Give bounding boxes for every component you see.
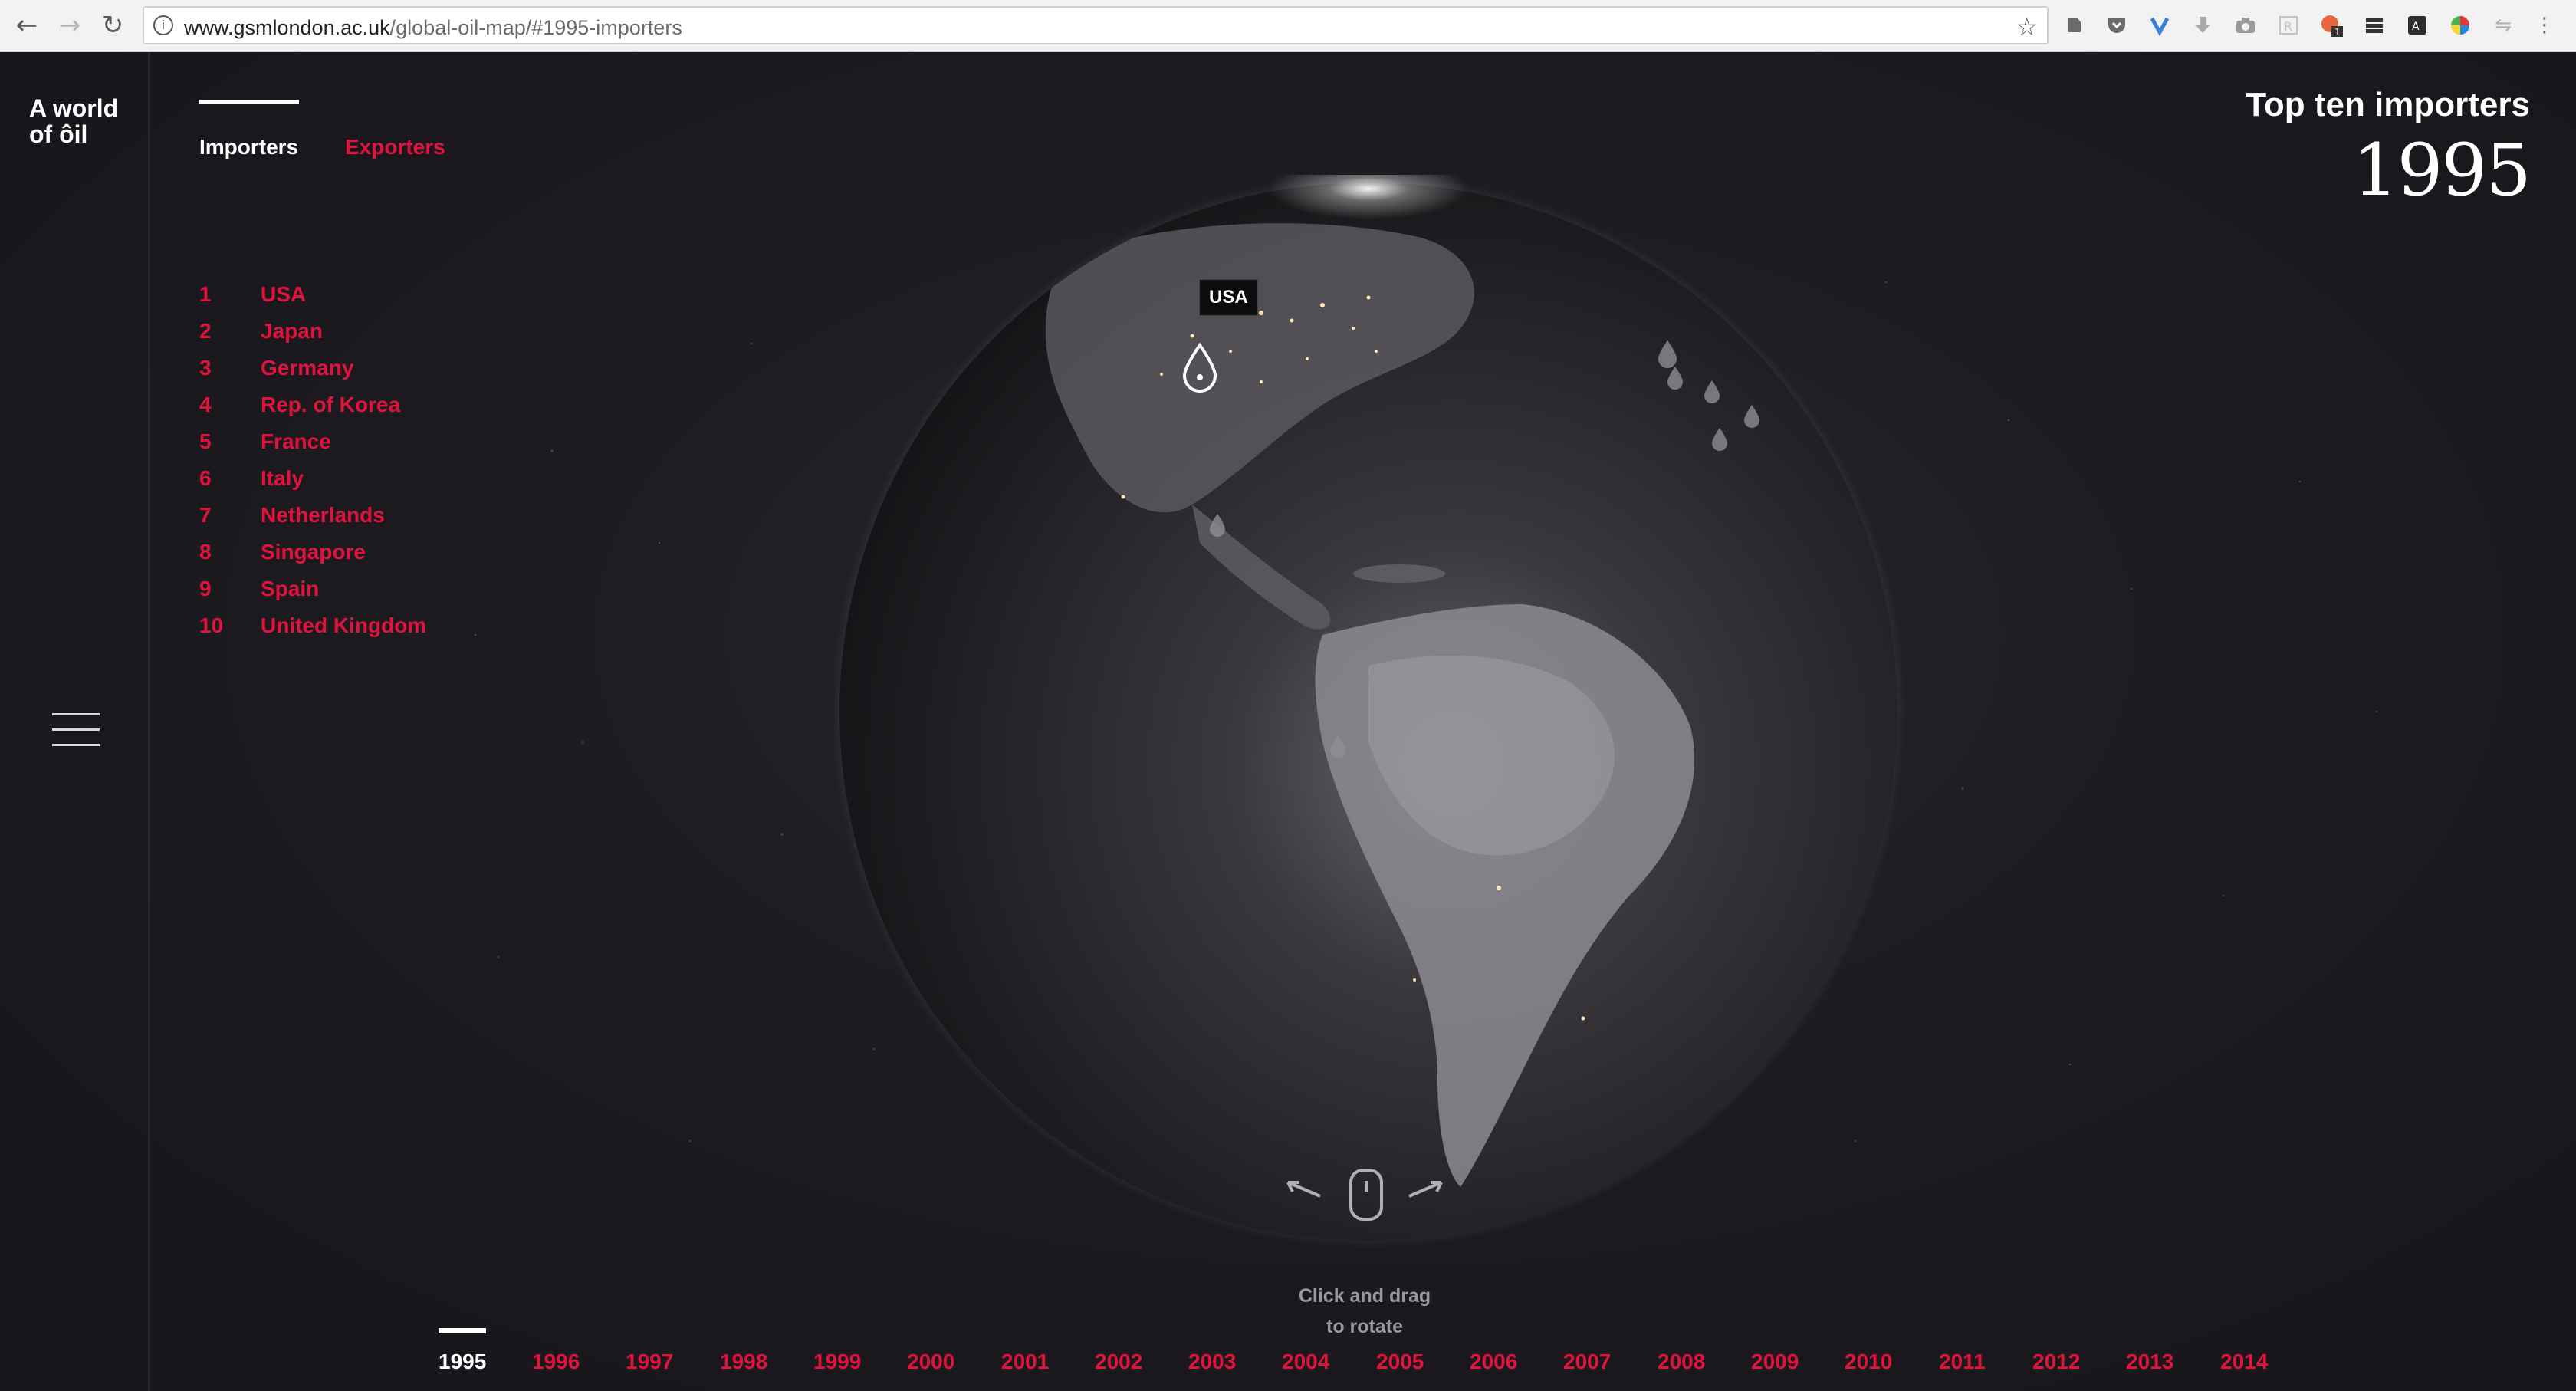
rank-number: 9 <box>199 577 212 600</box>
year-1997[interactable]: 1997 <box>626 1350 673 1374</box>
year-1996[interactable]: 1996 <box>532 1350 580 1374</box>
rank-country: Rep. of Korea <box>261 393 401 416</box>
info-icon[interactable]: i <box>153 15 173 35</box>
year-2007[interactable]: 2007 <box>1563 1350 1611 1374</box>
stack-icon[interactable] <box>2360 11 2389 40</box>
url-text[interactable]: www.gsmlondon.ac.uk/global-oil-map/#1995… <box>184 16 682 40</box>
year-2008[interactable]: 2008 <box>1658 1350 1705 1374</box>
left-sidebar: A world of ôil <box>0 52 150 1391</box>
year-2003[interactable]: 2003 <box>1188 1350 1236 1374</box>
year-1998[interactable]: 1998 <box>720 1350 767 1374</box>
bookmark-star-icon[interactable]: ☆ <box>2016 12 2038 41</box>
year-2011[interactable]: 2011 <box>1939 1350 1986 1374</box>
rank-number: 5 <box>199 429 212 453</box>
browser-toolbar: ← → ↻ i www.gsmlondon.ac.uk/global-oil-m… <box>0 0 2576 52</box>
rank-country: Japan <box>261 319 323 343</box>
svg-text:1: 1 <box>2334 27 2341 38</box>
active-tab-indicator <box>199 100 299 104</box>
rank-number: 2 <box>199 319 212 343</box>
year-2000[interactable]: 2000 <box>907 1350 955 1374</box>
readability-icon[interactable]: R <box>2274 11 2303 40</box>
hamburger-menu-icon[interactable] <box>52 713 100 747</box>
download-icon[interactable] <box>2188 11 2217 40</box>
country-marker-label: USA <box>1199 279 1258 316</box>
year-2004[interactable]: 2004 <box>1282 1350 1329 1374</box>
logo-line-1: A world <box>29 94 119 122</box>
sync-icon[interactable]: ⇋ <box>2489 11 2518 40</box>
year-2005[interactable]: 2005 <box>1376 1350 1424 1374</box>
year-2002[interactable]: 2002 <box>1095 1350 1142 1374</box>
globe-graphic[interactable] <box>832 158 1905 1248</box>
rotate-hint-line-1: Click and drag <box>1298 1285 1431 1307</box>
pocket-icon[interactable] <box>2102 11 2131 40</box>
year-2014[interactable]: 2014 <box>2220 1350 2268 1374</box>
camera-icon[interactable] <box>2231 11 2260 40</box>
evernote-icon[interactable] <box>2059 11 2088 40</box>
year-2009[interactable]: 2009 <box>1751 1350 1799 1374</box>
year-2001[interactable]: 2001 <box>1001 1350 1049 1374</box>
vivaldi-icon[interactable] <box>2145 11 2174 40</box>
site-logo[interactable]: A world of ôil <box>29 95 118 147</box>
translate-icon[interactable]: A <box>2403 11 2432 40</box>
rank-country: USA <box>261 282 307 306</box>
svg-text:R: R <box>2284 19 2292 34</box>
selected-year-display: 1995 <box>2352 129 2532 212</box>
selected-year-indicator <box>439 1328 486 1333</box>
rank-country: United Kingdom <box>261 613 427 637</box>
notification-icon[interactable]: 1 <box>2317 11 2346 40</box>
tab-importers[interactable]: Importers <box>199 135 298 159</box>
rank-country: Germany <box>261 356 354 380</box>
year-2012[interactable]: 2012 <box>2032 1350 2080 1374</box>
rotate-hint: Click and drag to rotate <box>1257 1156 1472 1337</box>
mouse-drag-icon <box>1286 1169 1443 1221</box>
rank-country: Spain <box>261 577 320 600</box>
rank-number: 10 <box>199 613 224 637</box>
year-timeline: 1995 1996 1997 1998 1999 2000 2001 2002 … <box>0 1310 2576 1374</box>
forward-icon[interactable]: → <box>52 8 87 43</box>
rank-number: 7 <box>199 503 212 527</box>
url-domain: www.gsmlondon.ac.uk <box>184 16 390 39</box>
year-1995[interactable]: 1995 <box>439 1350 486 1374</box>
year-2010[interactable]: 2010 <box>1845 1350 1892 1374</box>
rank-number: 3 <box>199 356 212 380</box>
year-1999[interactable]: 1999 <box>813 1350 861 1374</box>
year-2013[interactable]: 2013 <box>2126 1350 2174 1374</box>
back-icon[interactable]: ← <box>9 8 44 43</box>
url-path: /global-oil-map/#1995-importers <box>389 16 682 39</box>
menu-icon[interactable]: ⋮ <box>2530 11 2559 40</box>
rank-number: 6 <box>199 466 212 490</box>
page-title: Top ten importers <box>2246 86 2530 123</box>
rank-country: France <box>261 429 331 453</box>
globe[interactable] <box>832 158 1905 1248</box>
rank-number: 8 <box>199 540 212 564</box>
rank-number: 1 <box>199 282 212 306</box>
year-2006[interactable]: 2006 <box>1470 1350 1517 1374</box>
rank-country: Singapore <box>261 540 366 564</box>
address-bar[interactable]: i www.gsmlondon.ac.uk/global-oil-map/#19… <box>143 6 2049 44</box>
app-page: A world of ôil Importers Exporters 1 USA … <box>0 52 2576 1391</box>
reload-icon[interactable]: ↻ <box>95 8 130 43</box>
color-wheel-icon[interactable] <box>2446 11 2475 40</box>
rank-country: Netherlands <box>261 503 385 527</box>
logo-line-2: of ôil <box>29 120 88 148</box>
rank-number: 4 <box>199 393 212 416</box>
rank-country: Italy <box>261 466 304 490</box>
tab-exporters[interactable]: Exporters <box>345 135 445 159</box>
svg-text:A: A <box>2412 21 2420 33</box>
